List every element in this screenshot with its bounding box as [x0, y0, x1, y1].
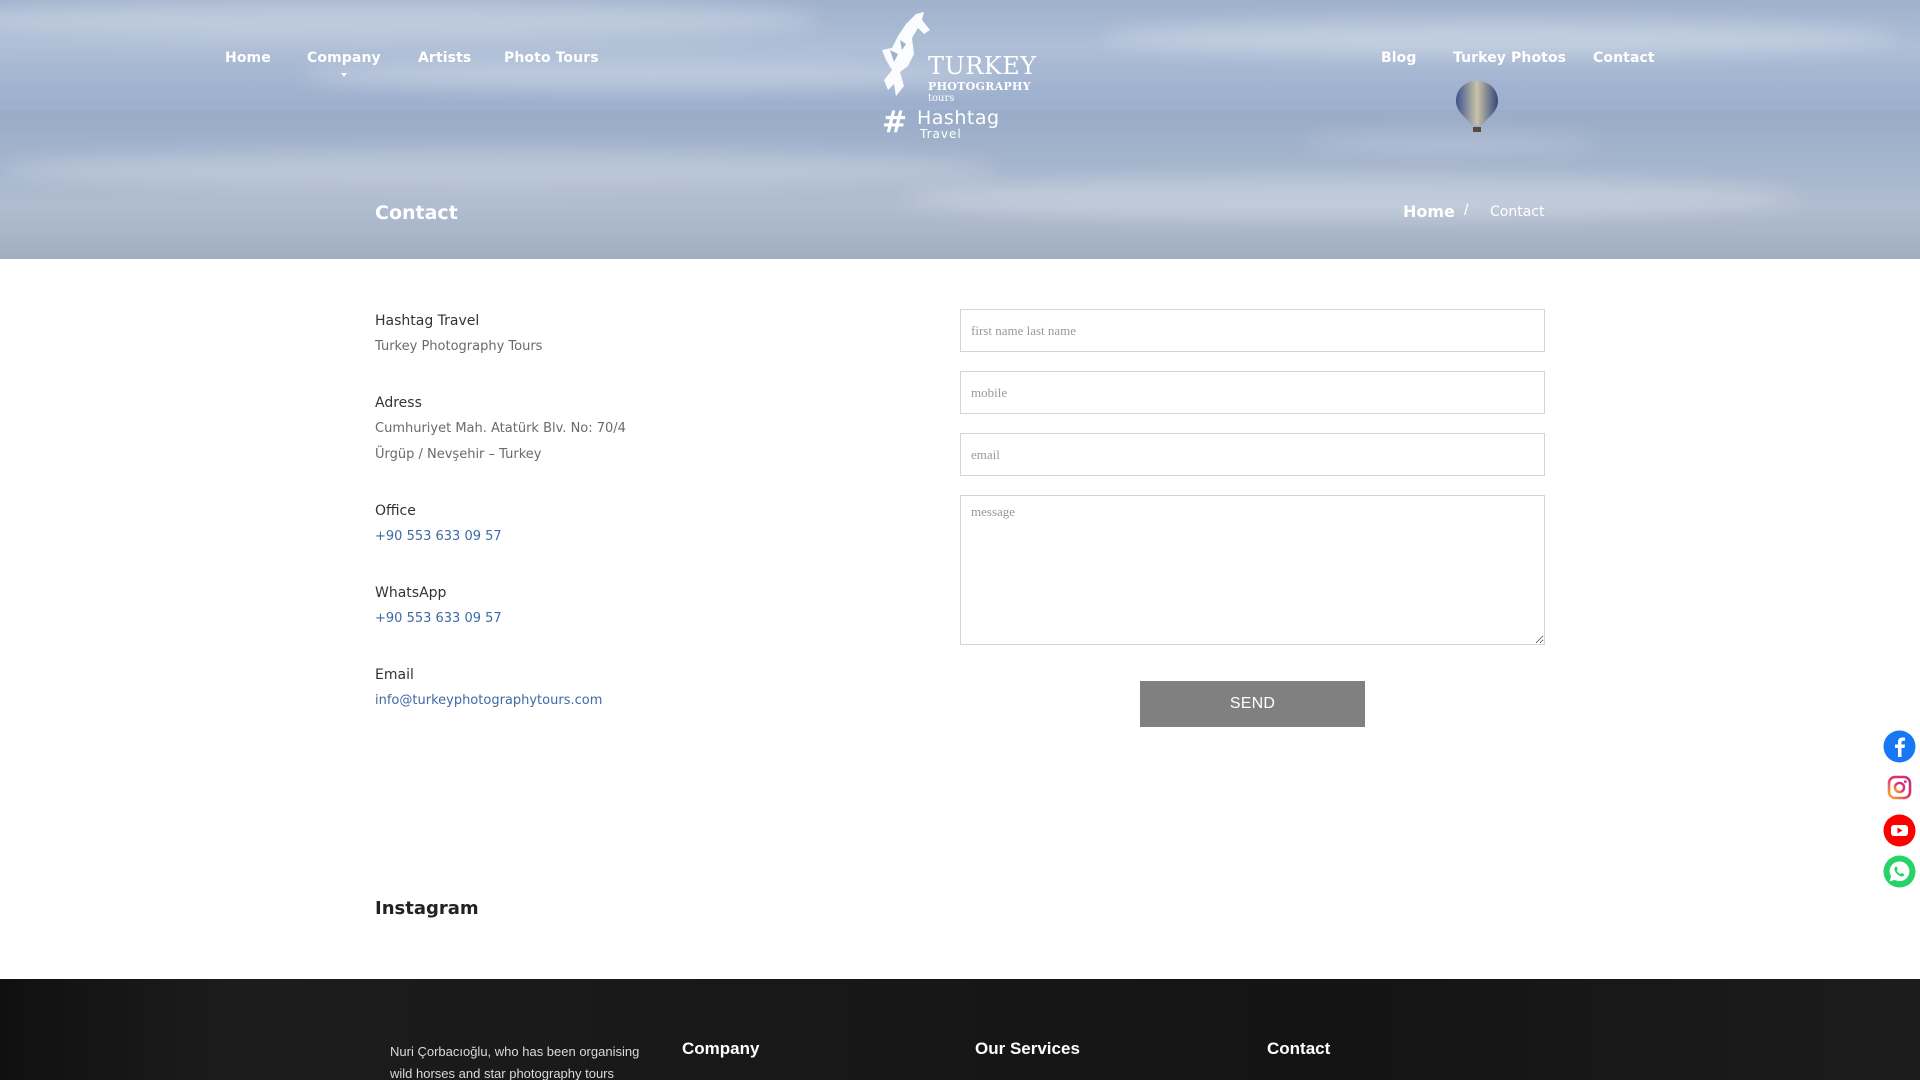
breadcrumb-current: Contact: [1490, 204, 1545, 220]
send-button[interactable]: SEND: [1140, 681, 1365, 727]
company-name: Hashtag Travel: [375, 313, 480, 329]
address-line2: Ürgüp / Nevşehir – Turkey: [375, 447, 542, 462]
hot-air-balloon-icon: [1456, 81, 1498, 132]
email-link[interactable]: info@turkeyphotographytours.com: [375, 693, 602, 708]
office-phone-link[interactable]: +90 553 633 09 57: [375, 529, 502, 544]
logo-tours-text: tours: [928, 93, 955, 104]
youtube-icon[interactable]: [1883, 814, 1916, 847]
nav-home[interactable]: Home: [225, 50, 271, 66]
company-subtitle: Turkey Photography Tours: [375, 339, 543, 354]
nav-turkey-photos[interactable]: Turkey Photos: [1453, 50, 1566, 66]
message-textarea[interactable]: [960, 495, 1545, 645]
whatsapp-icon[interactable]: [1883, 855, 1916, 888]
nav-contact[interactable]: Contact: [1593, 50, 1655, 66]
page-title: Contact: [375, 202, 458, 224]
office-label: Office: [375, 503, 416, 519]
instagram-section-title: Instagram: [375, 898, 479, 919]
email-label: Email: [375, 667, 414, 683]
logo-travel-text: Travel: [920, 127, 962, 141]
breadcrumb-home[interactable]: Home: [1403, 202, 1455, 221]
address-line1: Cumhuriyet Mah. Atatürk Blv. No: 70/4: [375, 421, 626, 436]
logo-hashtag-text: Hashtag: [917, 107, 1000, 129]
nav-artists[interactable]: Artists: [418, 50, 471, 66]
whatsapp-label: WhatsApp: [375, 585, 447, 601]
facebook-icon[interactable]: [1883, 730, 1916, 763]
footer-company-heading: Company: [682, 1039, 760, 1058]
nav-photo-tours[interactable]: Photo Tours: [504, 50, 599, 66]
logo-photography-text: PHOTOGRAPHY: [928, 80, 1031, 93]
name-input[interactable]: [960, 309, 1545, 352]
whatsapp-phone-link[interactable]: +90 553 633 09 57: [375, 611, 502, 626]
mobile-input[interactable]: [960, 371, 1545, 414]
site-logo[interactable]: TURKEY PHOTOGRAPHY tours # Hashtag Trave…: [876, 10, 1036, 141]
footer-contact-heading: Contact: [1267, 1039, 1331, 1058]
hashtag-icon: #: [882, 105, 908, 140]
nav-company[interactable]: Company: [307, 50, 381, 66]
company-dropdown-caret-icon[interactable]: [341, 73, 347, 77]
address-label: Adress: [375, 395, 422, 411]
email-input[interactable]: [960, 433, 1545, 476]
footer-services-heading: Our Services: [975, 1039, 1080, 1058]
nav-blog[interactable]: Blog: [1381, 50, 1417, 66]
breadcrumb-separator: /: [1464, 202, 1469, 219]
instagram-icon[interactable]: [1883, 771, 1916, 804]
logo-turkey-text: TURKEY: [928, 52, 1037, 80]
footer: [0, 979, 1920, 1080]
footer-about-text: Nuri Çorbacıoğlu, who has been organisin…: [390, 1044, 640, 1080]
